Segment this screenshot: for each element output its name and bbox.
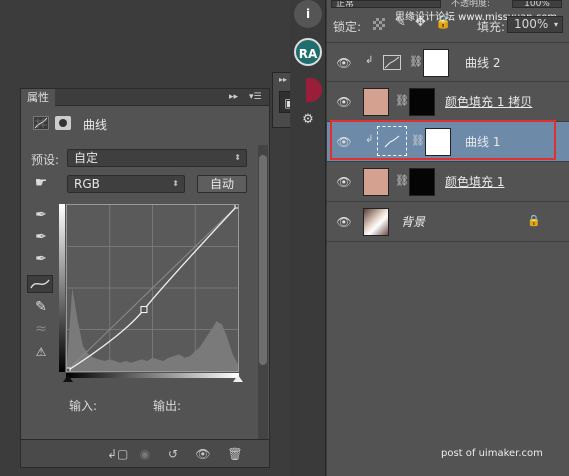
clip-to-layer-icon[interactable]: ↲▢ <box>107 445 128 463</box>
curve-point <box>234 205 238 209</box>
black-point-slider[interactable] <box>63 375 73 382</box>
eye-icon[interactable]: 👁 <box>335 56 353 70</box>
photo-thumbnail[interactable] <box>363 208 389 236</box>
mask-thumbnail[interactable] <box>423 49 449 77</box>
collapse-icon[interactable]: ▸▸ <box>229 89 238 106</box>
opacity-label: 不透明度: <box>451 0 491 9</box>
layer-row-color-fill[interactable]: 👁 ⛓ 颜色填充 1 <box>327 162 569 202</box>
properties-panel: 属性 ▸▸ ▾☰ 曲线 预设: 自定 ⬍ ☛ RGB ⬍ 自动 ✒ ✒ ✒ ✎ … <box>20 88 270 468</box>
on-image-adjust-icon[interactable]: ☛ <box>31 175 51 191</box>
panel-menu-icon[interactable]: ▾☰ <box>249 89 262 106</box>
adjustment-title: 曲线 <box>83 118 108 132</box>
blend-mode-select[interactable]: 正常 <box>331 0 441 8</box>
info-icon[interactable]: i <box>294 0 322 28</box>
curve-icon <box>30 279 50 289</box>
chain-link-icon[interactable]: ⛓ <box>395 94 409 107</box>
mask-thumbnail[interactable] <box>409 88 435 116</box>
curve-graph[interactable] <box>66 204 239 372</box>
channel-select[interactable]: RGB ⬍ <box>67 175 185 193</box>
layer-row-background[interactable]: 👁 背景 🔒 <box>327 202 569 242</box>
opacity-input[interactable]: 100% <box>512 0 562 8</box>
mask-icon[interactable] <box>55 116 71 130</box>
fill-swatch-thumbnail[interactable] <box>363 168 389 196</box>
layer-row-color-fill-copy[interactable]: 👁 ⛓ 颜色填充 1 拷贝 <box>327 82 569 122</box>
properties-footer: ↲▢ ◉ ↺ 👁 🗑 <box>21 439 269 467</box>
smooth-icon[interactable]: ≈ <box>31 321 51 337</box>
gray-eyedropper-icon[interactable]: ✒ <box>31 229 51 245</box>
fill-label: 填充: <box>477 20 506 34</box>
white-eyedropper-icon[interactable]: ✒ <box>31 251 51 267</box>
output-gradient-bar <box>59 204 65 372</box>
mask-thumbnail[interactable] <box>409 168 435 196</box>
chevron-updown-icon: ⬍ <box>172 179 179 188</box>
visibility-eye-icon[interactable]: 👁 <box>193 445 213 463</box>
preset-value: 自定 <box>74 151 99 165</box>
white-point-slider[interactable] <box>233 375 243 382</box>
auto-button[interactable]: 自动 <box>197 175 247 193</box>
plugin-icon[interactable] <box>306 78 322 102</box>
ra-badge-icon[interactable]: RA <box>294 38 322 66</box>
eye-icon[interactable]: 👁 <box>335 215 353 229</box>
layer-name[interactable]: 背景 <box>401 215 425 229</box>
scrollbar-thumb[interactable] <box>259 155 267 365</box>
pencil-icon[interactable]: ✎ <box>31 299 51 315</box>
curve-point-tool[interactable] <box>27 275 53 293</box>
lock-label: 锁定: <box>333 20 362 34</box>
curves-adjustment-icon <box>383 55 401 70</box>
clip-arrow-icon: ↲ <box>365 55 374 66</box>
preset-select[interactable]: 自定 ⬍ <box>67 149 247 167</box>
chevron-down-icon: ▾ <box>553 20 558 29</box>
clipping-warning-icon[interactable]: ⚠ <box>29 345 53 359</box>
lock-transparent-icon[interactable] <box>373 18 385 30</box>
trash-icon[interactable]: 🗑 <box>225 445 245 463</box>
curves-adjustment-icon <box>33 116 49 130</box>
output-label: 输出: <box>153 399 182 413</box>
fill-input[interactable]: 100% ▾ <box>507 16 563 33</box>
layer-name[interactable]: 曲线 2 <box>465 56 500 70</box>
adjust-icon[interactable]: ⚙ <box>298 112 318 130</box>
chevron-updown-icon: ⬍ <box>234 153 241 162</box>
input-label: 输入: <box>69 399 98 413</box>
reset-icon[interactable]: ↺ <box>163 445 183 463</box>
tab-properties[interactable]: 属性 <box>21 89 55 106</box>
curve-point <box>140 306 148 314</box>
layer-row-curves-2[interactable]: 👁 ↲ ⛓ 曲线 2 <box>327 42 569 82</box>
eye-icon[interactable]: 👁 <box>335 95 353 109</box>
layers-panel: 正常 不透明度: 100% 锁定: ✎ ✥ 🔒 思缘设计论坛 www.missy… <box>327 0 569 476</box>
curve-point <box>67 367 71 371</box>
layer-name[interactable]: 颜色填充 1 <box>445 175 504 189</box>
chain-link-icon[interactable]: ⛓ <box>395 174 409 187</box>
curve-canvas <box>67 205 238 371</box>
fill-value: 100% <box>514 17 549 31</box>
properties-header: 属性 ▸▸ ▾☰ <box>21 89 269 106</box>
input-gradient-bar <box>66 373 239 378</box>
channel-value: RGB <box>74 177 100 191</box>
blend-mode-value: 正常 <box>336 0 355 8</box>
lock-icon: 🔒 <box>527 214 541 227</box>
mini-collapse-icon[interactable]: ▸▸ <box>279 75 287 84</box>
dock-strip: i RA ⚙ <box>290 0 326 476</box>
footer-watermark: post of uimaker.com <box>441 448 543 459</box>
layer-name[interactable]: 颜色填充 1 拷贝 <box>445 95 532 109</box>
black-eyedropper-icon[interactable]: ✒ <box>31 207 51 223</box>
eye-icon[interactable]: 👁 <box>335 175 353 189</box>
selection-highlight-box <box>330 120 556 160</box>
view-previous-icon[interactable]: ◉ <box>135 445 155 463</box>
chain-link-icon[interactable]: ⛓ <box>409 55 423 68</box>
preset-label: 预设: <box>31 153 60 167</box>
fill-swatch-thumbnail[interactable] <box>363 88 389 116</box>
